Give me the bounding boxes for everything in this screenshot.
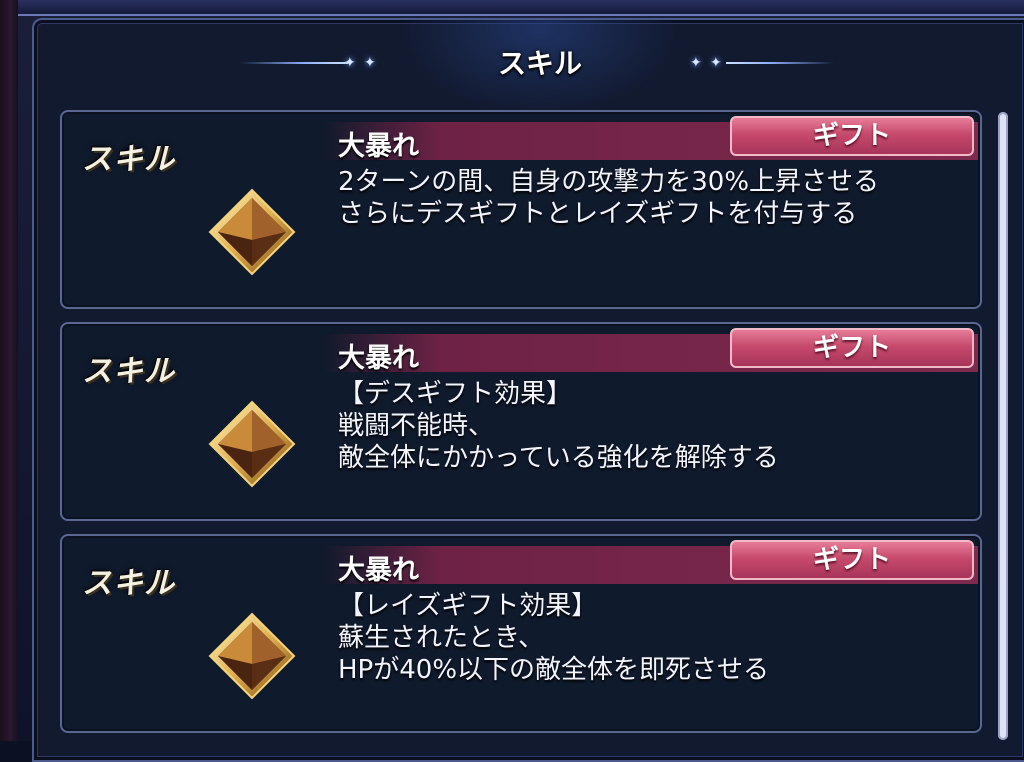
skill-label: スキル [82,566,175,601]
scrollbar[interactable] [998,112,1008,740]
header-deco-line-right [726,62,834,64]
sparkle-star-icon: ✦ [364,55,376,71]
description-line: 2ターンの間、自身の攻撃力を30%上昇させる [338,167,880,197]
description-line: 【レイズギフト効果】 [338,591,598,621]
sparkle-star-icon: ✦ [344,55,356,71]
description-line: 蘇生されたとき、 [338,623,545,653]
skill-name: 大暴れ [338,343,419,374]
description-line: 【デスギフト効果】 [338,379,573,409]
skill-card[interactable]: スキル 大暴れ ギフト 2ターンの間、自身の攻撃力を30%上昇させる さらにデス… [60,110,982,309]
left-border [0,0,18,741]
header-deco-line-left [240,62,348,64]
skill-label: スキル [82,142,175,177]
skill-card[interactable]: スキル 大暴れ ギフト 【デスギフト効果】 戦闘不能時、 敵全体にかかっている強… [60,322,982,521]
skill-name: 大暴れ [338,131,419,162]
skill-name: 大暴れ [338,555,419,586]
skill-card[interactable]: スキル 大暴れ ギフト 【レイズギフト効果】 蘇生されたとき、 HPが40%以下… [60,534,982,733]
skill-description: 2ターンの間、自身の攻撃力を30%上昇させる さらにデスギフトとレイズギフトを付… [338,166,978,230]
sparkle-star-icon: ✦ [710,55,722,71]
gift-badge: ギフト [730,116,974,156]
gift-badge: ギフト [730,328,974,368]
description-line: HPが40%以下の敵全体を即死させる [338,655,770,685]
gold-diamond-gem-icon [208,612,296,700]
skill-description: 【レイズギフト効果】 蘇生されたとき、 HPが40%以下の敵全体を即死させる [338,590,978,686]
sparkle-star-icon: ✦ [690,55,702,71]
description-line: 敵全体にかかっている強化を解除する [338,443,779,473]
description-line: 戦闘不能時、 [338,411,495,441]
gold-diamond-gem-icon [208,400,296,488]
top-border [18,0,1024,16]
gift-badge: ギフト [730,540,974,580]
skill-label: スキル [82,354,175,389]
skill-description: 【デスギフト効果】 戦闘不能時、 敵全体にかかっている強化を解除する [338,378,978,474]
gold-diamond-gem-icon [208,188,296,276]
description-line: さらにデスギフトとレイズギフトを付与する [338,199,858,229]
page-title: スキル [497,47,582,80]
